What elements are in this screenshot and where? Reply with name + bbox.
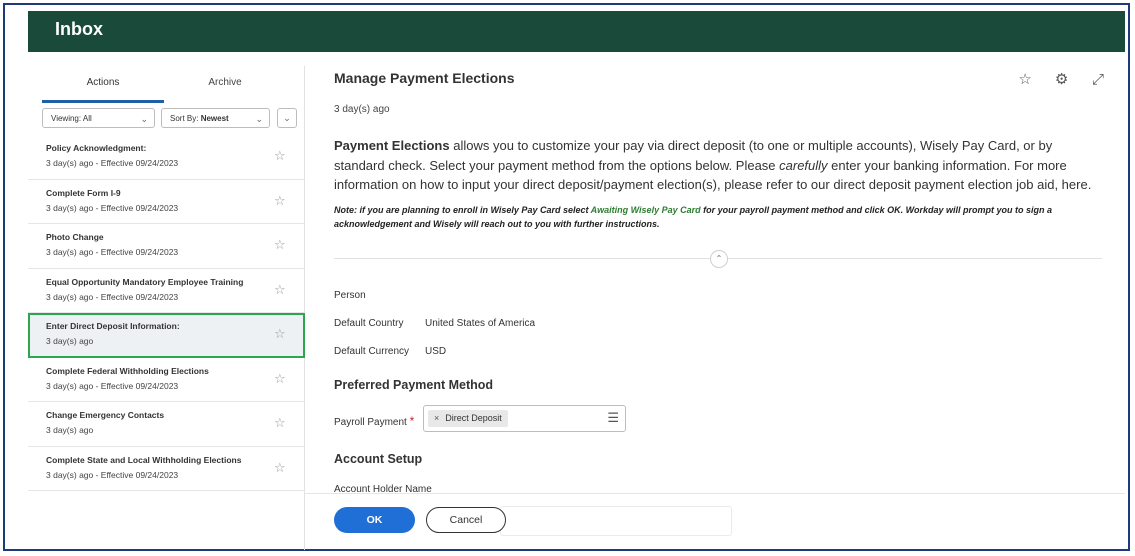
viewing-value: All — [82, 114, 92, 123]
intro-italic: carefully — [779, 157, 828, 173]
star-icon[interactable]: ☆ — [1016, 70, 1034, 88]
tab-archive[interactable]: Archive — [164, 66, 286, 100]
obscured-field — [500, 506, 732, 536]
inbox-item-title: Change Emergency Contacts — [46, 410, 165, 420]
star-icon[interactable]: ☆ — [274, 193, 286, 209]
payroll-payment-label-text: Payroll Payment — [334, 417, 407, 428]
inbox-item-title: Complete Form I-9 — [46, 187, 121, 198]
selected-payment-pill: × Direct Deposit — [428, 410, 508, 427]
inbox-item-title: Complete State and Local Withholding Ele… — [46, 454, 242, 465]
inbox-list-panel: Actions Archive Viewing: All ⌄ Sort By: … — [28, 66, 305, 550]
sort-value: Newest — [200, 114, 229, 123]
payroll-payment-field[interactable]: × Direct Deposit ☰ — [423, 405, 626, 432]
intro-paragraph: Payment Elections allows you to customiz… — [334, 136, 1104, 195]
star-icon[interactable]: ☆ — [274, 326, 286, 342]
inbox-item-title: Equal Opportunity Mandatory Employee Tra… — [46, 276, 244, 287]
inbox-item-subtitle: 3 day(s) ago - Effective 09/24/2023 — [46, 247, 179, 257]
ok-button[interactable]: OK — [334, 507, 415, 533]
sort-select[interactable]: Sort By: Newest ⌄ — [161, 108, 270, 128]
collapse-filters-button[interactable]: ⌄ — [277, 108, 297, 128]
chevron-down-icon: ⌄ — [255, 114, 263, 124]
viewing-select[interactable]: Viewing: All ⌄ — [42, 108, 155, 128]
wisely-note: Note: if you are planning to enroll in W… — [334, 203, 1104, 231]
account-setup-heading: Account Setup — [334, 452, 423, 466]
default-country-value: United States of America — [425, 318, 536, 329]
preferred-payment-heading: Preferred Payment Method — [334, 378, 494, 392]
default-country-label: Default Country — [334, 318, 404, 329]
action-footer: OK Cancel — [305, 493, 1125, 546]
task-age: 3 day(s) ago — [334, 104, 390, 115]
inbox-header: Inbox — [28, 11, 1125, 52]
star-icon[interactable]: ☆ — [274, 148, 286, 164]
inbox-item-subtitle: 3 day(s) ago — [46, 336, 94, 346]
inbox-item-subtitle: 3 day(s) ago - Effective 09/24/2023 — [46, 158, 179, 168]
gear-icon[interactable]: ⚙ — [1053, 70, 1071, 88]
inbox-item[interactable]: Complete State and Local Withholding Ele… — [28, 447, 305, 491]
inbox-item-title: Policy Acknowledgment: — [46, 143, 147, 153]
collapse-section-button[interactable]: ⌃ — [710, 250, 728, 268]
tab-actions[interactable]: Actions — [42, 66, 164, 103]
inbox-item-title: Photo Change — [46, 232, 104, 242]
remove-icon[interactable]: × — [434, 413, 439, 423]
sort-label: Sort By: — [170, 114, 199, 123]
task-detail-panel: Manage Payment Elections ☆ ⚙ ⤢ 3 day(s) … — [305, 66, 1125, 550]
star-icon[interactable]: ☆ — [274, 460, 286, 476]
inbox-item-subtitle: 3 day(s) ago — [46, 425, 94, 435]
page-title: Manage Payment Elections — [334, 70, 515, 86]
note-highlight: Awaiting Wisely Pay Card — [590, 205, 701, 215]
inbox-item[interactable]: Photo Change 3 day(s) ago - Effective 09… — [28, 224, 305, 269]
header-title: Inbox — [55, 19, 103, 39]
default-currency-label: Default Currency — [334, 346, 410, 357]
note-text-1: Note: if you are planning to enroll in W… — [334, 205, 591, 215]
chevron-down-icon: ⌄ — [140, 114, 148, 124]
list-icon[interactable]: ☰ — [607, 410, 619, 426]
inbox-item-subtitle: 3 day(s) ago - Effective 09/24/2023 — [46, 202, 179, 213]
inbox-list: Policy Acknowledgment: 3 day(s) ago - Ef… — [28, 135, 305, 491]
inbox-item-subtitle: 3 day(s) ago - Effective 09/24/2023 — [46, 380, 179, 391]
inbox-item[interactable]: Complete Form I-9 3 day(s) ago - Effecti… — [28, 180, 305, 224]
inbox-item-title: Complete Federal Withholding Elections — [46, 365, 209, 376]
star-icon[interactable]: ☆ — [274, 371, 286, 387]
inbox-item-subtitle: 3 day(s) ago - Effective 09/24/2023 — [46, 469, 179, 480]
inbox-item-selected[interactable]: Enter Direct Deposit Information: 3 day(… — [28, 313, 305, 358]
payroll-payment-label: Payroll Payment * — [334, 414, 414, 428]
cancel-button[interactable]: Cancel — [426, 507, 506, 533]
payroll-payment-value: Direct Deposit — [445, 413, 502, 423]
inbox-item-title: Enter Direct Deposit Information: — [46, 321, 180, 331]
person-label: Person — [334, 290, 366, 301]
default-currency-value: USD — [425, 346, 447, 357]
inbox-item[interactable]: Change Emergency Contacts 3 day(s) ago ☆ — [28, 402, 305, 447]
inbox-tabs: Actions Archive — [28, 66, 305, 103]
star-icon[interactable]: ☆ — [274, 282, 286, 298]
inbox-filters: Viewing: All ⌄ Sort By: Newest ⌄ ⌄ — [42, 108, 304, 130]
required-indicator: * — [409, 414, 415, 428]
expand-icon[interactable]: ⤢ — [1089, 71, 1107, 88]
inbox-item[interactable]: Policy Acknowledgment: 3 day(s) ago - Ef… — [28, 135, 305, 180]
star-icon[interactable]: ☆ — [274, 415, 286, 431]
inbox-item-subtitle: 3 day(s) ago - Effective 09/24/2023 — [46, 291, 179, 302]
inbox-item[interactable]: Complete Federal Withholding Elections 3… — [28, 358, 305, 402]
inbox-item[interactable]: Equal Opportunity Mandatory Employee Tra… — [28, 269, 305, 313]
intro-bold: Payment Elections — [334, 138, 450, 153]
viewing-label: Viewing: — [51, 114, 82, 123]
task-actions: ☆ ⚙ ⤢ — [1002, 70, 1107, 90]
star-icon[interactable]: ☆ — [274, 237, 286, 253]
